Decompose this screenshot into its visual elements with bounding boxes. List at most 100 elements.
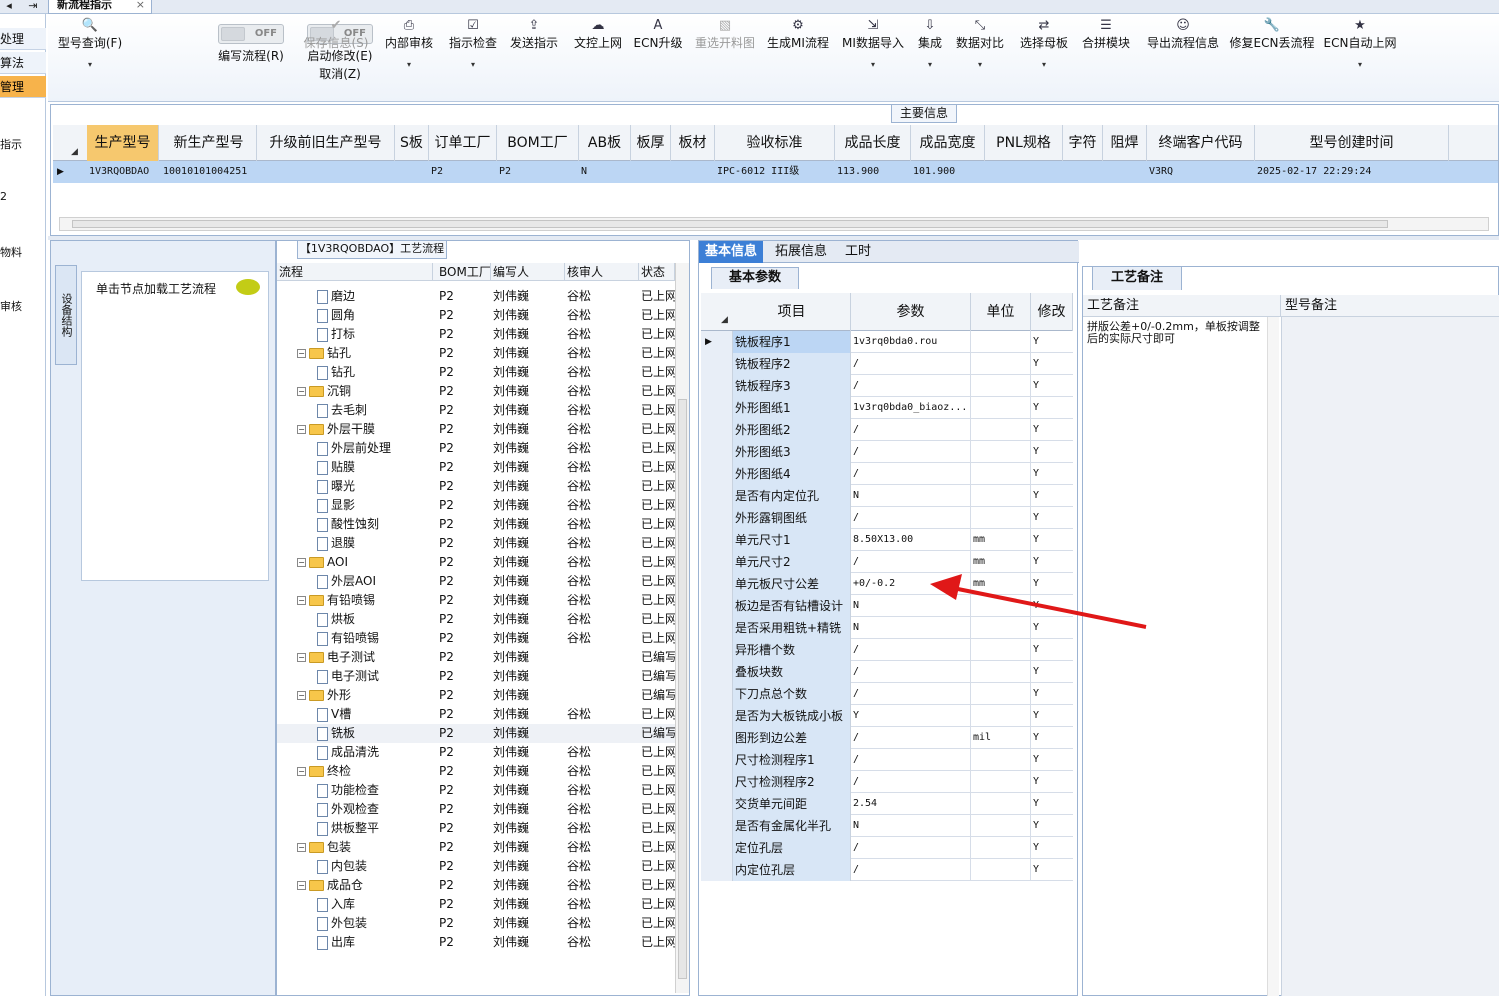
tab-nav-pin-icon[interactable]: ⇥ [24, 0, 42, 14]
ribbon-button-1[interactable]: ✔ 保存信息(S) [298, 18, 374, 98]
table-row[interactable]: 单元尺寸2/mm Y [701, 551, 1073, 573]
column-header[interactable]: 升级前旧生产型号 [257, 125, 395, 161]
row-selector[interactable]: ▶ [701, 331, 733, 353]
scroll-thumb[interactable] [72, 220, 1388, 228]
tree-node[interactable]: − 沉铜 [297, 382, 433, 401]
row-selector[interactable] [701, 617, 733, 639]
tree-node[interactable]: 入库 [317, 895, 433, 914]
cell-mod[interactable]: Y [1031, 551, 1073, 573]
table-row[interactable]: 是否有金属化半孔 N Y [701, 815, 1073, 837]
tree-node[interactable]: 烘板 [317, 610, 433, 629]
column-header[interactable]: BOM工厂 [437, 263, 491, 281]
ribbon-button-3[interactable]: ☑ 指示检查 ▾ [444, 18, 502, 98]
tree-row[interactable]: 显影 P2 刘伟巍 谷松 已上网 [277, 496, 675, 515]
tree-row[interactable]: 退膜 P2 刘伟巍 谷松 已上网 [277, 534, 675, 553]
cell-unit[interactable] [971, 419, 1031, 441]
cell-mod[interactable]: Y [1031, 397, 1073, 419]
cell-mod[interactable]: Y [1031, 331, 1073, 353]
tree-node[interactable]: − 终检 [297, 762, 433, 781]
cell-mod[interactable]: Y [1031, 463, 1073, 485]
tree-node[interactable]: − 外层干膜 [297, 420, 433, 439]
cell-param[interactable]: 8.50X13.00 [851, 529, 971, 551]
cell-param[interactable]: / [851, 353, 971, 375]
toggle-write-process[interactable]: OFF 编写流程(R) [216, 18, 286, 98]
cell-mod[interactable]: Y [1031, 617, 1073, 639]
table-cell[interactable]: P2 [429, 161, 497, 183]
cell-param[interactable]: 1v3rq0bda0_biaoz... [851, 397, 971, 419]
cell-param[interactable]: / [851, 771, 971, 793]
cell-param[interactable]: 2.54 [851, 793, 971, 815]
column-header[interactable]: 成品宽度 [911, 125, 985, 161]
tree-node[interactable]: − 外形 [297, 686, 433, 705]
table-row[interactable]: 图形到边公差 / mil Y [701, 727, 1073, 749]
cell-param[interactable]: / [851, 683, 971, 705]
column-header[interactable]: PNL规格 [985, 125, 1063, 161]
table-row[interactable]: ▶ 铣板程序1 1v3rq0bda0.rou Y [701, 331, 1073, 353]
cell-mod[interactable]: Y [1031, 793, 1073, 815]
column-header[interactable]: AB板 [579, 125, 631, 161]
cell-mod[interactable]: Y [1031, 727, 1073, 749]
cell-param[interactable]: N [851, 485, 971, 507]
collapse-icon[interactable]: − [297, 691, 306, 700]
tree-node[interactable]: 显影 [317, 496, 433, 515]
ribbon-button-4[interactable]: ⇪ 发送指示 [506, 18, 562, 98]
nav-item-management[interactable]: 管理 [0, 76, 46, 98]
nav-fragment[interactable]: 指示 [0, 136, 44, 152]
column-header[interactable]: 核审人 [565, 263, 639, 281]
cell-unit[interactable] [971, 617, 1031, 639]
column-header[interactable]: 项目 [733, 293, 851, 331]
cell-param[interactable]: / [851, 507, 971, 529]
table-row[interactable]: 铣板程序2/ Y [701, 353, 1073, 375]
table-cell[interactable]: V3RQ [1147, 161, 1255, 183]
cell-mod[interactable]: Y [1031, 485, 1073, 507]
close-icon[interactable]: × [136, 0, 145, 10]
cell-unit[interactable] [971, 375, 1031, 397]
tree-node[interactable]: 曝光 [317, 477, 433, 496]
table-cell[interactable]: P2 [497, 161, 579, 183]
ribbon-button-6[interactable]: A ECN升级 [632, 18, 684, 98]
tree-row[interactable]: − 成品仓 P2 刘伟巍 谷松 已上网 [277, 876, 675, 895]
tree-node[interactable]: 铣板 [317, 724, 433, 743]
tree-node[interactable]: − 包装 [297, 838, 433, 857]
tree-node[interactable]: 电子测试 [317, 667, 433, 686]
tree-row[interactable]: 圆角 P2 刘伟巍 谷松 已上网 [277, 306, 675, 325]
tree-row[interactable]: 磨边 P2 刘伟巍 谷松 已上网 [277, 287, 675, 306]
chevron-down-icon[interactable]: ▾ [838, 60, 908, 70]
tree-row[interactable]: − 包装 P2 刘伟巍 谷松 已上网 [277, 838, 675, 857]
nav-item-algorithm[interactable]: 算法 [0, 52, 46, 74]
row-selector[interactable] [701, 793, 733, 815]
collapse-icon[interactable]: − [297, 387, 306, 396]
chevron-down-icon[interactable]: ▾ [1014, 60, 1074, 70]
tree-row[interactable]: 有铅喷锡 P2 刘伟巍 谷松 已上网 [277, 629, 675, 648]
cell-param[interactable]: 1v3rq0bda0.rou [851, 331, 971, 353]
nav-fragment[interactable]: 物料 [0, 244, 44, 260]
ribbon-button-13[interactable]: ☰ 合拼模块 [1078, 18, 1134, 98]
table-row[interactable]: 外形图纸1 1v3rq0bda0_biaoz... Y [701, 397, 1073, 419]
cell-mod[interactable]: Y [1031, 815, 1073, 837]
tree-node[interactable]: − 钻孔 [297, 344, 433, 363]
collapse-icon[interactable]: − [297, 425, 306, 434]
row-selector[interactable] [701, 595, 733, 617]
tree-node[interactable]: − AOI [297, 553, 433, 572]
tree-row[interactable]: − 沉铜 P2 刘伟巍 谷松 已上网 [277, 382, 675, 401]
ribbon-button-5[interactable]: ☁ 文控上网 [570, 18, 626, 98]
chevron-down-icon[interactable]: ▾ [384, 60, 434, 70]
cell-param[interactable]: / [851, 639, 971, 661]
column-header[interactable]: BOM工厂 [497, 125, 579, 161]
row-selector[interactable] [701, 661, 733, 683]
table-row[interactable]: 是否为大板铣成小板 Y Y [701, 705, 1073, 727]
cell-unit[interactable] [971, 661, 1031, 683]
tree-node[interactable]: 功能检查 [317, 781, 433, 800]
tab-basic-params[interactable]: 基本参数 [711, 267, 799, 289]
cell-mod[interactable]: Y [1031, 705, 1073, 727]
table-cell[interactable] [671, 161, 715, 183]
ribbon-button-7[interactable]: ▧ 重选开料图 [690, 18, 760, 98]
tree-row[interactable]: − 有铅喷锡 P2 刘伟巍 谷松 已上网 [277, 591, 675, 610]
table-cell[interactable]: IPC-6012 III级 [715, 161, 835, 183]
tree-row[interactable]: 钻孔 P2 刘伟巍 谷松 已上网 [277, 363, 675, 382]
tree-node[interactable]: 圆角 [317, 306, 433, 325]
cell-unit[interactable] [971, 353, 1031, 375]
table-row[interactable]: 是否采用粗铣+精铣 N Y [701, 617, 1073, 639]
tree-node[interactable]: 磨边 [317, 287, 433, 306]
tree-row[interactable]: − 外层干膜 P2 刘伟巍 谷松 已上网 [277, 420, 675, 439]
